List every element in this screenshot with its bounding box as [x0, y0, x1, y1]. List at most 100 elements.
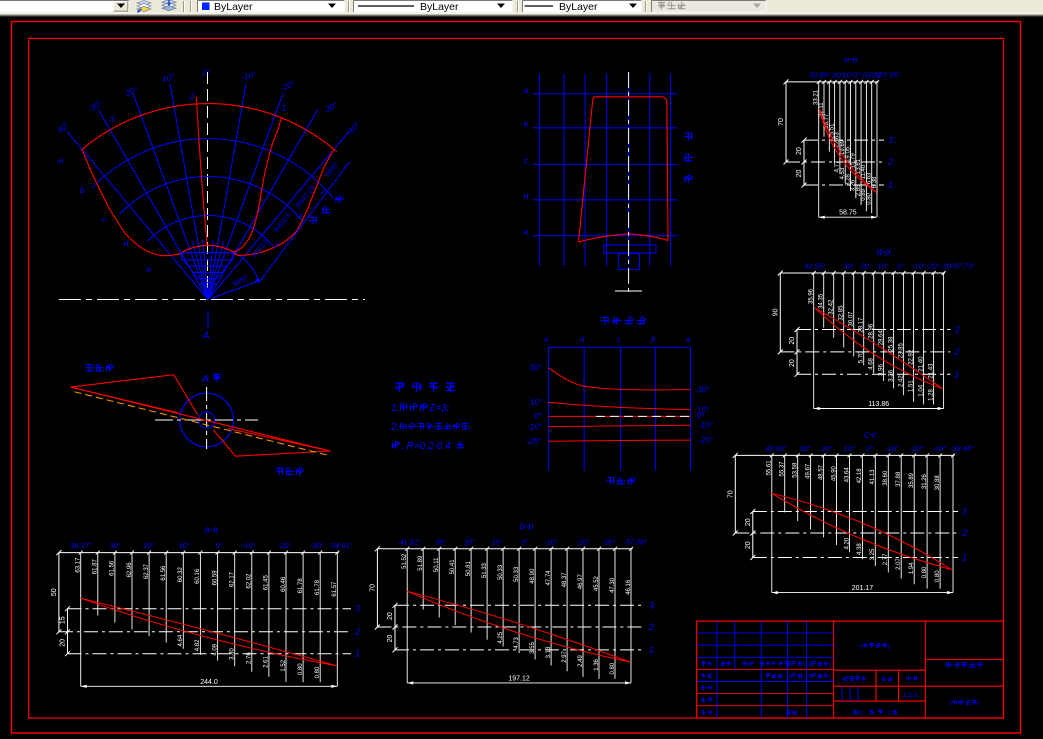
- svg-text:43.36°: 43.36°: [765, 444, 787, 453]
- svg-text:201.17: 201.17: [852, 585, 874, 592]
- svg-text:0°: 0°: [697, 412, 705, 421]
- svg-text:20: 20: [789, 337, 796, 345]
- svg-text:2.49: 2.49: [578, 655, 584, 667]
- svg-text:): ): [803, 673, 805, 680]
- svg-text:): ): [803, 661, 805, 668]
- svg-text:-39.46°: -39.46°: [950, 444, 974, 453]
- svg-text:2: 2: [648, 622, 654, 632]
- svg-text:3.25: 3.25: [870, 548, 876, 560]
- svg-text:37.88: 37.88: [896, 471, 902, 487]
- svg-text:20°: 20°: [820, 444, 832, 453]
- svg-text:-27.35°: -27.35°: [876, 70, 900, 79]
- svg-text:34.35: 34.35: [819, 293, 825, 309]
- svg-text:21.43: 21.43: [928, 363, 934, 379]
- svg-text:23.85: 23.85: [898, 343, 904, 359]
- svg-text:-10°: -10°: [242, 541, 256, 550]
- svg-text:3.13: 3.13: [546, 646, 552, 658]
- svg-text:61.56: 61.56: [110, 560, 116, 576]
- svg-text:-20°: -20°: [910, 444, 924, 453]
- svg-text:2.42: 2.42: [898, 375, 904, 387]
- svg-text:10°: 10°: [491, 537, 502, 546]
- svg-text:-10°: -10°: [885, 444, 899, 453]
- svg-text:30.85°: 30.85°: [809, 70, 831, 79]
- svg-text:48.37: 48.37: [562, 572, 568, 588]
- svg-text:50: 50: [51, 588, 58, 596]
- svg-text:0°: 0°: [202, 69, 211, 78]
- svg-text:3: 3: [649, 600, 654, 610]
- svg-text:50.41: 50.41: [450, 559, 456, 575]
- svg-text:2: 2: [859, 710, 863, 717]
- svg-text:5.70: 5.70: [859, 351, 865, 363]
- svg-text:-37.73°: -37.73°: [951, 262, 975, 271]
- svg-text:2: 2: [887, 157, 893, 167]
- svg-text:2: 2: [961, 528, 967, 538]
- svg-text:42.18: 42.18: [857, 468, 863, 484]
- svg-text:1: 1: [962, 553, 967, 563]
- svg-text:-30°: -30°: [602, 537, 616, 546]
- svg-text:46.97: 46.97: [578, 574, 584, 590]
- svg-text:1: 1: [954, 369, 959, 379]
- svg-text:d: d: [124, 238, 129, 248]
- svg-text:1: 1: [649, 645, 654, 655]
- svg-text:4.25: 4.25: [498, 631, 504, 643]
- svg-text:2: 2: [354, 627, 360, 637]
- svg-text:a: a: [524, 85, 529, 95]
- svg-text:55.61: 55.61: [767, 460, 773, 476]
- svg-text:10°: 10°: [178, 541, 189, 550]
- svg-text:48.90: 48.90: [530, 568, 536, 584]
- svg-text:30°: 30°: [529, 364, 542, 373]
- svg-text:30.88: 30.88: [935, 475, 941, 491]
- svg-text:A: A: [201, 373, 209, 385]
- svg-text:20°: 20°: [859, 262, 871, 271]
- svg-text:3.26: 3.26: [888, 369, 894, 381]
- svg-text:30°: 30°: [843, 262, 854, 271]
- svg-text:0°: 0°: [897, 262, 904, 271]
- svg-text:10°: 10°: [530, 398, 543, 407]
- svg-text:62.96: 62.96: [127, 562, 133, 578]
- svg-text:20: 20: [789, 359, 796, 367]
- svg-text:): ): [888, 643, 890, 650]
- svg-text:a: a: [59, 155, 64, 165]
- svg-text:45.52: 45.52: [594, 575, 600, 591]
- svg-text:-34.91°: -34.91°: [329, 541, 353, 550]
- svg-text:Z=3;: Z=3;: [428, 403, 450, 414]
- svg-text:-20°: -20°: [576, 537, 590, 546]
- svg-text:3: 3: [962, 507, 967, 517]
- svg-text:4.09: 4.09: [212, 643, 218, 655]
- svg-text:32.85: 32.85: [839, 305, 845, 321]
- svg-text:2: 2: [189, 91, 195, 101]
- svg-text:20: 20: [387, 612, 394, 620]
- svg-text:61.78: 61.78: [298, 578, 304, 594]
- svg-text:1.04: 1.04: [918, 384, 924, 396]
- svg-text:2.76: 2.76: [247, 652, 253, 664]
- svg-text:4.68: 4.68: [869, 357, 875, 369]
- svg-text:1.52: 1.52: [281, 659, 287, 671]
- svg-text:2.: 2.: [390, 422, 399, 433]
- svg-text:90: 90: [772, 308, 779, 316]
- svg-text:47.30: 47.30: [610, 577, 616, 593]
- svg-text:70: 70: [778, 118, 785, 126]
- svg-text:ByLayer: ByLayer: [214, 1, 253, 13]
- svg-text:4.20: 4.20: [844, 537, 850, 549]
- svg-text:61.87: 61.87: [93, 559, 99, 575]
- svg-text:6.38: 6.38: [872, 176, 878, 188]
- svg-text:-25°: -25°: [527, 437, 543, 446]
- svg-text:-10°: -10°: [544, 537, 558, 546]
- svg-text:3: 3: [954, 325, 959, 335]
- svg-text:): ): [829, 673, 831, 680]
- svg-text:28.96: 28.96: [869, 323, 875, 339]
- svg-text:-30°: -30°: [310, 541, 324, 550]
- svg-text:35.96: 35.96: [809, 288, 815, 304]
- svg-text:a: a: [686, 335, 691, 344]
- svg-text:e-e: e-e: [844, 55, 858, 66]
- svg-text:3.30: 3.30: [230, 648, 236, 660]
- svg-text:20: 20: [387, 635, 394, 643]
- svg-text:0.80: 0.80: [922, 566, 928, 578]
- svg-text:51.33: 51.33: [482, 562, 488, 578]
- svg-text:30°: 30°: [109, 541, 120, 550]
- svg-text:-10°: -10°: [527, 422, 543, 431]
- svg-text:, R=0.2-0.4: , R=0.2-0.4: [401, 441, 451, 452]
- svg-text:b-b: b-b: [520, 522, 534, 533]
- svg-text:1:2.5: 1:2.5: [903, 692, 918, 699]
- svg-text:10°: 10°: [877, 262, 888, 271]
